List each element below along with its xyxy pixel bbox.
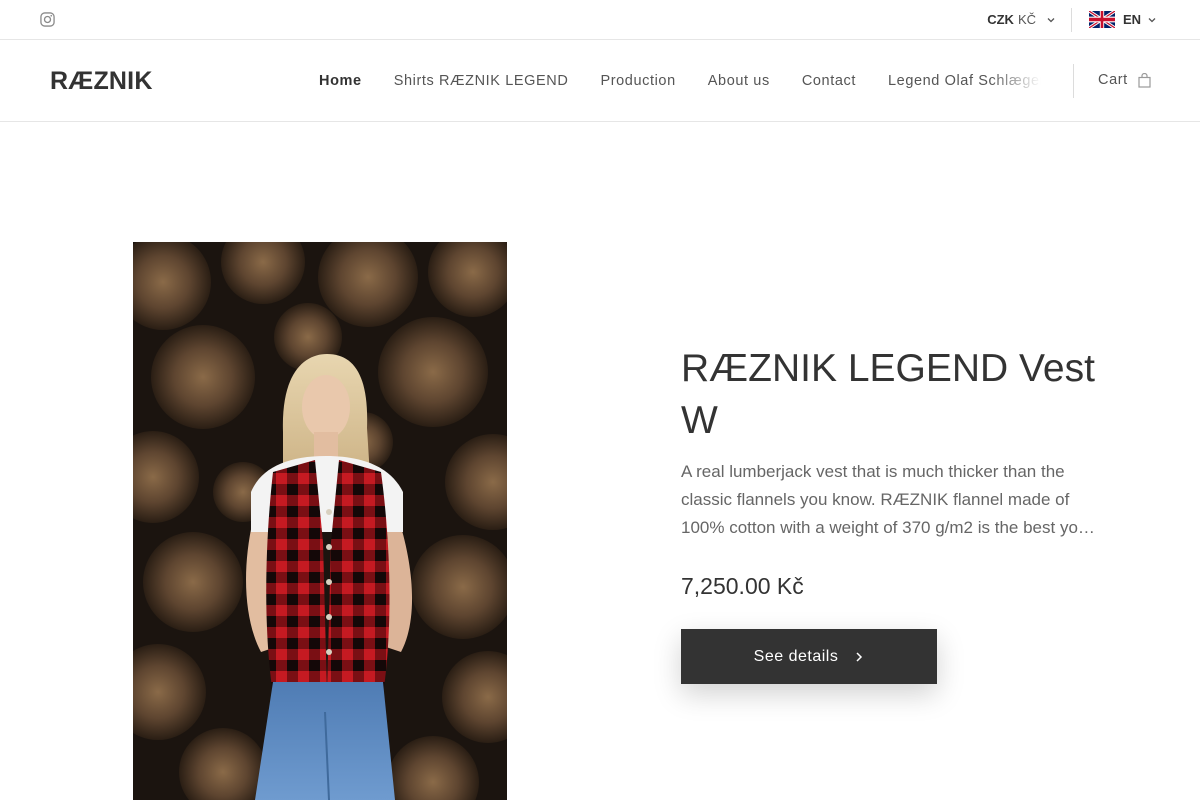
cart-button[interactable]: Cart (1098, 72, 1151, 88)
nav-item-home[interactable]: Home (319, 73, 362, 89)
nav-item-about[interactable]: About us (708, 73, 770, 89)
language-code: EN (1123, 12, 1142, 27)
shopping-bag-icon (1138, 72, 1151, 88)
chevron-right-icon (856, 651, 863, 662)
currency-symbol: KČ (1017, 12, 1036, 27)
nav-divider (1073, 64, 1074, 98)
instagram-icon[interactable] (40, 12, 55, 27)
chevron-down-icon (1047, 17, 1055, 22)
main-header: RÆZNIK Home Shirts RÆZNIK LEGEND Product… (0, 40, 1200, 122)
see-details-button[interactable]: See details (681, 629, 937, 684)
product-price: 7,250.00 Kč (681, 573, 804, 599)
nav-item-contact[interactable]: Contact (802, 73, 856, 89)
product-image[interactable] (133, 242, 507, 800)
topbar-divider (1071, 8, 1072, 32)
see-details-label: See details (753, 647, 839, 665)
nav-item-shirts[interactable]: Shirts RÆZNIK LEGEND (394, 73, 569, 89)
nav-overflow-fade (990, 68, 1050, 96)
nav-item-production[interactable]: Production (600, 73, 675, 89)
cart-label: Cart (1098, 72, 1128, 88)
currency-code: CZK (987, 12, 1014, 27)
currency-selector[interactable]: CZK KČ (987, 12, 1056, 27)
product-title: RÆZNIK LEGEND Vest W (681, 347, 1095, 442)
language-selector[interactable]: EN (1089, 11, 1157, 28)
site-logo[interactable]: RÆZNIK (50, 67, 153, 96)
product-photo (133, 242, 507, 800)
top-bar: CZK KČ EN (0, 0, 1200, 40)
uk-flag-icon (1089, 11, 1115, 28)
product-description: A real lumberjack vest that is much thic… (681, 462, 1095, 537)
chevron-down-icon (1148, 17, 1156, 22)
main-nav: Home Shirts RÆZNIK LEGEND Production Abo… (319, 73, 1048, 89)
